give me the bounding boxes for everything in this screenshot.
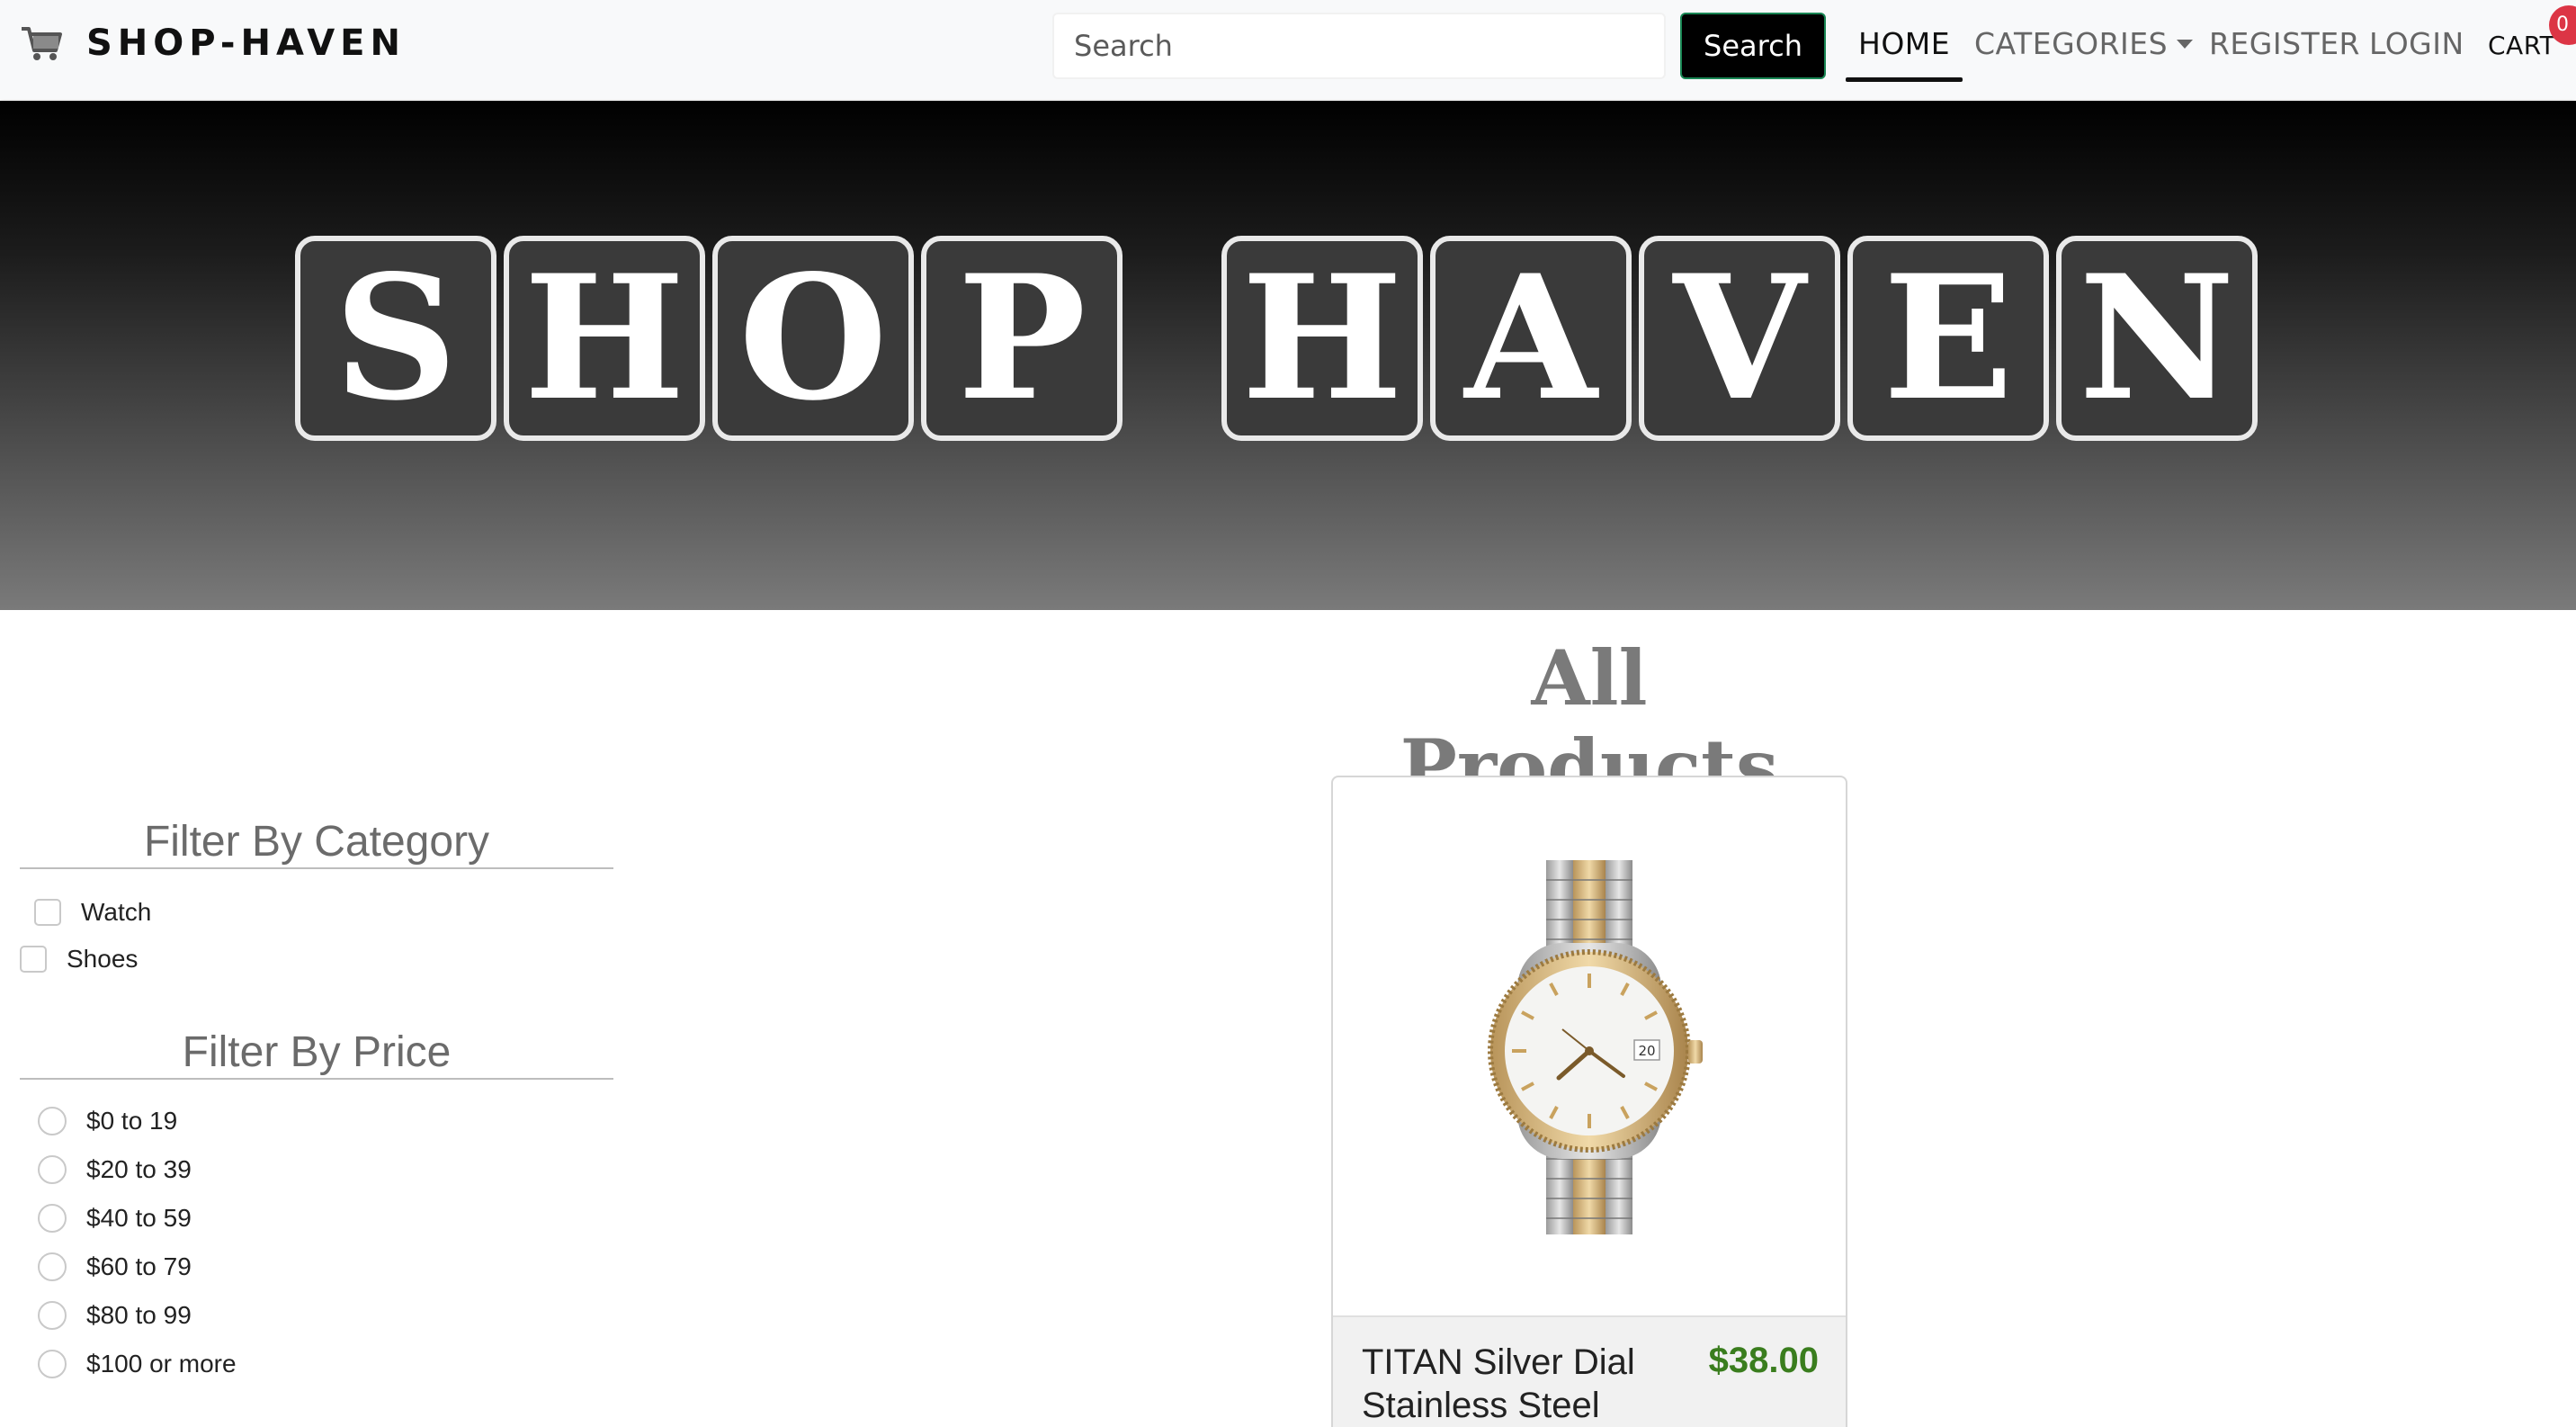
product-name[interactable]: TITAN Silver Dial Stainless Steel: [1362, 1341, 1668, 1427]
banner-word-gap: [1130, 236, 1221, 441]
svg-text:20: 20: [1638, 1043, 1655, 1059]
banner-letter-tile: P: [921, 236, 1123, 441]
price-label: $0 to 19: [86, 1107, 178, 1135]
category-label: Watch: [81, 898, 152, 926]
nav-login-link[interactable]: LOGIN: [2369, 22, 2464, 67]
price-label: $20 to 39: [86, 1155, 192, 1183]
price-label: $60 to 79: [86, 1252, 192, 1280]
price-label: $40 to 59: [86, 1204, 192, 1232]
banner-letter-tile: E: [1847, 236, 2049, 441]
price-radio-40-59[interactable]: $40 to 59: [38, 1204, 192, 1233]
product-price: $38.00: [1708, 1341, 1819, 1380]
banner-letter-tile: A: [1430, 236, 1632, 441]
active-nav-indicator: [1846, 77, 1963, 82]
navbar: SHOP-HAVEN Search HOME CATEGORIES REGIST…: [0, 0, 2576, 99]
banner-letter-tile: H: [504, 236, 705, 441]
radio-button[interactable]: [38, 1107, 67, 1135]
brand-link[interactable]: SHOP-HAVEN: [20, 16, 406, 70]
nav-register-link[interactable]: REGISTER: [2209, 22, 2360, 67]
price-label: $80 to 99: [86, 1301, 192, 1329]
price-radio-80-99[interactable]: $80 to 99: [38, 1301, 192, 1330]
category-checkbox-shoes[interactable]: Shoes: [20, 945, 138, 974]
filter-category-title: Filter By Category: [143, 818, 490, 866]
radio-button[interactable]: [38, 1155, 67, 1184]
category-checkbox-watch[interactable]: Watch: [34, 898, 151, 927]
brand-name: SHOP-HAVEN: [86, 22, 406, 64]
price-radio-20-39[interactable]: $20 to 39: [38, 1155, 192, 1184]
banner-letter-tile: V: [1639, 236, 1840, 441]
divider: [20, 1078, 613, 1080]
filter-price-title: Filter By Price: [182, 1028, 452, 1076]
checkbox[interactable]: [20, 946, 47, 973]
wristwatch-icon: 20: [1488, 860, 1703, 1234]
price-radio-100-plus[interactable]: $100 or more: [38, 1350, 237, 1378]
product-image[interactable]: 20: [1333, 777, 1846, 1315]
search-button[interactable]: Search: [1680, 13, 1826, 79]
divider: [20, 867, 613, 869]
price-radio-0-19[interactable]: $0 to 19: [38, 1107, 177, 1135]
banner-letter-tile: N: [2056, 236, 2258, 441]
nav-categories-dropdown[interactable]: CATEGORIES: [1974, 22, 2194, 67]
price-radio-60-79[interactable]: $60 to 79: [38, 1252, 192, 1281]
search-input[interactable]: [1052, 13, 1666, 79]
radio-button[interactable]: [38, 1204, 67, 1233]
banner-letter-tile: O: [712, 236, 914, 441]
nav-categories-label: CATEGORIES: [1974, 26, 2169, 61]
banner-letter-tile: S: [295, 236, 496, 441]
banner-logo: S H O P H A V E N: [295, 236, 2265, 441]
radio-button[interactable]: [38, 1301, 67, 1330]
shopping-cart-icon: [22, 27, 62, 60]
nav-cart-link[interactable]: CART: [2488, 23, 2555, 68]
product-card[interactable]: 20 TITAN Silver Dial Stainless Steel $38…: [1331, 776, 1847, 1427]
chevron-down-icon: [2177, 40, 2194, 49]
product-card-footer: TITAN Silver Dial Stainless Steel $38.00: [1333, 1315, 1846, 1427]
banner-letter-tile: H: [1221, 236, 1423, 441]
radio-button[interactable]: [38, 1252, 67, 1281]
nav-home-link[interactable]: HOME: [1858, 22, 1950, 67]
radio-button[interactable]: [38, 1350, 67, 1378]
category-label: Shoes: [67, 945, 139, 973]
price-label: $100 or more: [86, 1350, 237, 1378]
checkbox[interactable]: [34, 899, 61, 926]
